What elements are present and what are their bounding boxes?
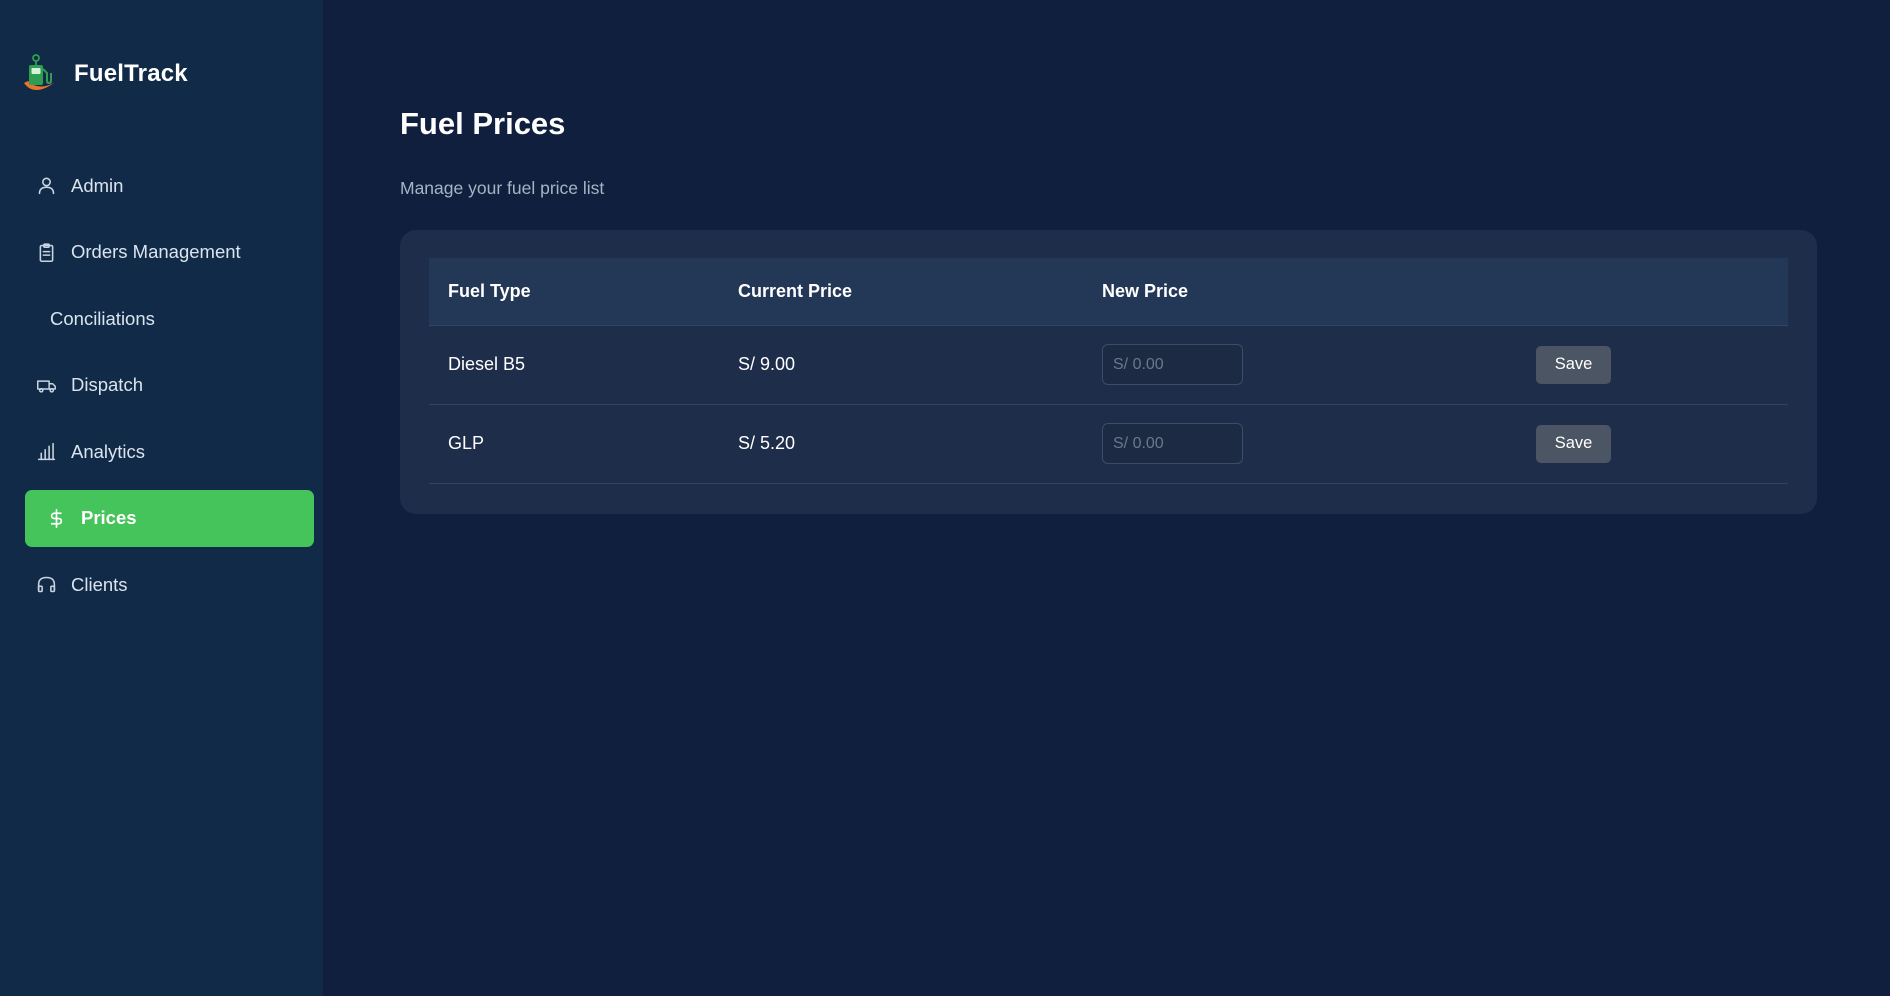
- sidebar-item-conciliations[interactable]: Conciliations: [25, 290, 314, 347]
- prices-table: Fuel Type Current Price New Price Diesel…: [429, 258, 1788, 484]
- sidebar-item-prices[interactable]: Prices: [25, 489, 314, 547]
- save-button[interactable]: Save: [1536, 345, 1611, 384]
- sidebar-item-orders-management[interactable]: Orders Management: [25, 224, 314, 281]
- sidebar-item-label: Conciliations: [50, 307, 155, 329]
- column-header-current-price: Current Price: [738, 280, 853, 301]
- sidebar-item-label: Clients: [71, 573, 128, 595]
- page-title: Fuel Prices: [400, 106, 566, 141]
- sidebar-item-dispatch[interactable]: Dispatch: [25, 357, 314, 414]
- new-price-cell: [1083, 403, 1517, 484]
- new-price-input[interactable]: [1102, 344, 1243, 385]
- sidebar-item-analytics[interactable]: Analytics: [25, 423, 314, 480]
- sidebar-item-clients[interactable]: Clients: [25, 556, 314, 613]
- current-price-cell: S/ 5.20: [719, 403, 1083, 484]
- action-cell: Save: [1517, 324, 1788, 404]
- page-subtitle: Manage your fuel price list: [400, 178, 605, 198]
- column-header-fuel-type: Fuel Type: [448, 280, 531, 301]
- fuel-type-cell: GLP: [429, 403, 719, 484]
- sidebar-nav: Admin Orders Management Conciliations Di…: [25, 157, 314, 623]
- current-price-cell: S/ 9.00: [719, 324, 1083, 404]
- bar-chart-icon: [35, 441, 57, 463]
- sidebar-item-label: Dispatch: [71, 374, 143, 395]
- table-row: GLP S/ 5.20 Save: [429, 403, 1788, 484]
- action-cell: Save: [1517, 403, 1788, 484]
- fuel-type-cell: Diesel B5: [429, 324, 719, 404]
- sidebar: FuelTrack Admin Orders Management Concil…: [0, 0, 323, 996]
- sidebar-item-label: Prices: [81, 507, 137, 528]
- prices-card: Fuel Type Current Price New Price Diesel…: [400, 230, 1817, 514]
- new-price-input[interactable]: [1102, 423, 1243, 464]
- sidebar-item-label: Analytics: [71, 440, 146, 462]
- brand[interactable]: FuelTrack: [18, 53, 188, 95]
- truck-icon: [35, 374, 57, 396]
- save-button[interactable]: Save: [1536, 424, 1611, 463]
- main-content: Fuel Prices Manage your fuel price list …: [323, 0, 1890, 996]
- user-icon: [35, 175, 57, 197]
- headphones-icon: [35, 574, 57, 596]
- sidebar-item-admin[interactable]: Admin: [25, 157, 314, 214]
- table-header-row: Fuel Type Current Price New Price: [429, 258, 1788, 325]
- sidebar-item-label: Admin: [71, 174, 124, 196]
- sidebar-item-label: Orders Management: [71, 241, 241, 262]
- table-row: Diesel B5 S/ 9.00 Save: [429, 324, 1788, 404]
- dollar-icon: [45, 507, 67, 529]
- brand-name: FuelTrack: [74, 60, 188, 87]
- clipboard-icon: [35, 241, 57, 263]
- column-header-actions: [1517, 258, 1788, 325]
- column-header-new-price: New Price: [1102, 280, 1189, 301]
- new-price-cell: [1083, 324, 1517, 404]
- app-root: FuelTrack Admin Orders Management Concil…: [0, 0, 1890, 996]
- fuel-pump-icon: [24, 54, 54, 90]
